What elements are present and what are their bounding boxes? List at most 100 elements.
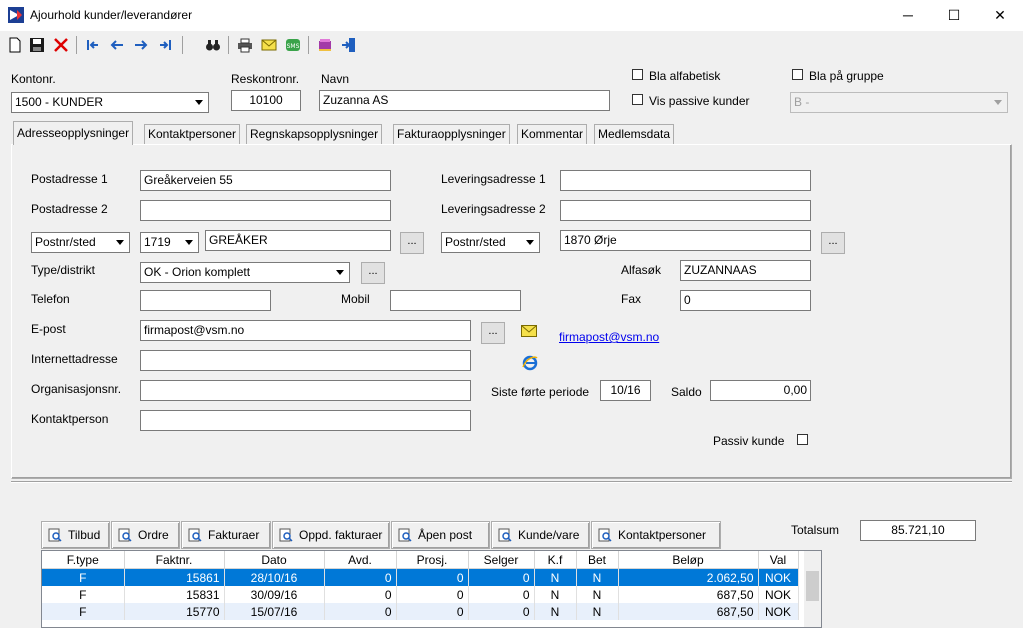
alfasok-input[interactable]: ZUZANNAAS bbox=[680, 260, 811, 281]
table-cell: NOK bbox=[758, 603, 799, 620]
column-header[interactable]: Avd. bbox=[324, 551, 397, 569]
sted-input[interactable]: GREÅKER bbox=[205, 230, 391, 251]
invoice-grid[interactable]: F.type Faktnr. Dato Avd. Prosj. Selger K… bbox=[41, 550, 822, 628]
table-cell: 0 bbox=[468, 568, 535, 586]
navn-input[interactable]: Zuzanna AS bbox=[319, 90, 610, 111]
chevron-down-icon[interactable] bbox=[181, 234, 197, 251]
column-header[interactable]: Prosj. bbox=[396, 551, 469, 569]
close-button[interactable]: ✕ bbox=[977, 0, 1023, 31]
toolbar-separator bbox=[76, 36, 77, 54]
postadresse2-input[interactable] bbox=[140, 200, 391, 221]
alfasok-label: Alfasøk bbox=[621, 263, 662, 277]
column-header[interactable]: K.f bbox=[534, 551, 577, 569]
vertical-scrollbar[interactable] bbox=[804, 551, 821, 627]
first-record-icon[interactable] bbox=[83, 35, 103, 55]
levering2-input[interactable] bbox=[560, 200, 811, 221]
table-cell: F bbox=[42, 603, 125, 620]
postadresse1-label: Postadresse 1 bbox=[31, 172, 108, 186]
postnr-lookup-button[interactable]: ... bbox=[400, 232, 424, 254]
save-icon[interactable] bbox=[27, 35, 47, 55]
toolbar-separator bbox=[308, 36, 309, 54]
column-header[interactable]: Faktnr. bbox=[124, 551, 225, 569]
kontaktpersoner-button[interactable]: Kontaktpersoner bbox=[591, 521, 721, 549]
internett-input[interactable] bbox=[140, 350, 471, 371]
fakturaer-button[interactable]: Fakturaer bbox=[181, 521, 271, 549]
kontonr-select[interactable]: 1500 - KUNDER bbox=[11, 92, 209, 113]
sms-icon[interactable]: SMS bbox=[283, 35, 303, 55]
gruppe-value: B - bbox=[794, 95, 810, 109]
column-header[interactable]: Val bbox=[758, 551, 799, 569]
tab-medlemsdata[interactable]: Medlemsdata bbox=[594, 124, 675, 144]
tab-regnskapsopplysninger[interactable]: Regnskapsopplysninger bbox=[246, 124, 383, 144]
type-lookup-button[interactable]: ... bbox=[361, 262, 385, 284]
scrollbar-thumb[interactable] bbox=[806, 571, 819, 601]
bla-alfabetisk-checkbox[interactable] bbox=[632, 69, 643, 80]
oppd-fakturaer-button[interactable]: Oppd. fakturaer bbox=[272, 521, 390, 549]
chevron-down-icon[interactable] bbox=[522, 234, 538, 251]
table-row[interactable]: F 15861 28/10/16 0 0 0 N N 2.062,50 NOK bbox=[42, 568, 799, 586]
fax-input[interactable]: 0 bbox=[680, 290, 811, 311]
column-header[interactable]: F.type bbox=[42, 551, 125, 569]
send-email-icon[interactable] bbox=[521, 325, 537, 337]
epost-input[interactable]: firmapost@vsm.no bbox=[140, 320, 471, 341]
kontaktpersoner-label: Kontaktpersoner bbox=[618, 528, 707, 542]
chevron-down-icon[interactable] bbox=[112, 234, 128, 251]
passiv-kunde-checkbox[interactable] bbox=[797, 434, 808, 445]
kontaktperson-input[interactable] bbox=[140, 410, 471, 431]
chevron-down-icon[interactable] bbox=[332, 264, 348, 281]
apen-post-button[interactable]: Åpen post bbox=[391, 521, 490, 549]
exit-door-icon[interactable] bbox=[339, 35, 359, 55]
table-row[interactable]: F 15831 30/09/16 0 0 0 N N 687,50 NOK bbox=[42, 586, 799, 603]
delete-icon[interactable] bbox=[51, 35, 71, 55]
minimize-button[interactable]: ─ bbox=[885, 0, 931, 31]
last-record-icon[interactable] bbox=[155, 35, 175, 55]
column-header[interactable]: Bet bbox=[576, 551, 619, 569]
type-select[interactable]: OK - Orion komplett bbox=[140, 262, 350, 283]
maximize-button[interactable]: ☐ bbox=[931, 0, 977, 31]
chevron-down-icon[interactable] bbox=[191, 94, 207, 111]
binoculars-search-icon[interactable] bbox=[203, 35, 223, 55]
lev-postnr-type-select[interactable]: Postnr/sted bbox=[441, 232, 540, 253]
levering1-input[interactable] bbox=[560, 170, 811, 191]
tab-fakturaopplysninger[interactable]: Fakturaopplysninger bbox=[393, 124, 510, 144]
print-icon[interactable] bbox=[235, 35, 255, 55]
tab-adresseopplysninger[interactable]: Adresseopplysninger bbox=[13, 121, 134, 145]
lev-postnr-lookup-button[interactable]: ... bbox=[821, 232, 845, 254]
table-cell: 15/07/16 bbox=[224, 603, 325, 620]
tilbud-button[interactable]: Tilbud bbox=[41, 521, 110, 549]
lev-sted-input[interactable]: 1870 Ørje bbox=[560, 230, 811, 251]
epost-lookup-button[interactable]: ... bbox=[481, 322, 505, 344]
postnr-select[interactable]: 1719 bbox=[140, 232, 199, 253]
document-search-icon bbox=[48, 528, 62, 542]
column-header[interactable]: Dato bbox=[224, 551, 325, 569]
next-record-icon[interactable] bbox=[131, 35, 151, 55]
vis-passive-checkbox[interactable] bbox=[632, 94, 643, 105]
epost-link[interactable]: firmapost@vsm.no bbox=[559, 330, 659, 344]
column-header[interactable]: Beløp bbox=[618, 551, 759, 569]
siste-periode-label: Siste førte periode bbox=[491, 385, 590, 399]
new-icon[interactable] bbox=[5, 35, 25, 55]
mobil-input[interactable] bbox=[390, 290, 521, 311]
kunde-vare-button[interactable]: Kunde/vare bbox=[491, 521, 590, 549]
email-icon[interactable] bbox=[259, 35, 279, 55]
internet-explorer-icon[interactable] bbox=[522, 355, 538, 371]
books-icon[interactable] bbox=[315, 35, 335, 55]
orgnr-input[interactable] bbox=[140, 380, 471, 401]
toolbar bbox=[0, 32, 1023, 60]
internett-label: Internettadresse bbox=[31, 352, 118, 366]
ordre-button[interactable]: Ordre bbox=[111, 521, 180, 549]
column-header[interactable]: Selger bbox=[468, 551, 535, 569]
reskontronr-input[interactable]: 10100 bbox=[231, 90, 301, 111]
table-row[interactable]: F 15770 15/07/16 0 0 0 N N 687,50 NOK bbox=[42, 603, 799, 620]
previous-record-icon[interactable] bbox=[107, 35, 127, 55]
postnr-type-select[interactable]: Postnr/sted bbox=[31, 232, 130, 253]
type-value: OK - Orion komplett bbox=[144, 265, 251, 279]
telefon-input[interactable] bbox=[140, 290, 271, 311]
bla-gruppe-checkbox[interactable] bbox=[792, 69, 803, 80]
tab-kontaktpersoner[interactable]: Kontaktpersoner bbox=[144, 124, 241, 144]
postadresse1-input[interactable]: Greåkerveien 55 bbox=[140, 170, 391, 191]
tilbud-label: Tilbud bbox=[68, 528, 101, 542]
table-cell: 0 bbox=[324, 568, 397, 586]
tab-kommentar[interactable]: Kommentar bbox=[517, 124, 588, 144]
kontaktperson-label: Kontaktperson bbox=[31, 412, 109, 426]
